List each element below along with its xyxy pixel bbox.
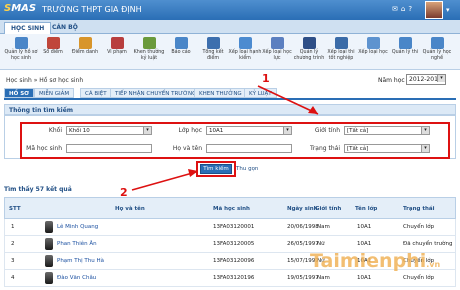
table-cell: 13FA03120196 [213, 275, 255, 281]
table-cell: 19/05/1997 [287, 275, 319, 281]
table-cell: 26/05/1997 [287, 241, 319, 247]
student-photo [45, 238, 53, 250]
student-name-link[interactable]: Lê Minh Quang [57, 224, 98, 230]
table-cell: 2 [11, 241, 15, 247]
table-cell: Nữ [317, 241, 325, 247]
table-cell: 1 [11, 224, 15, 230]
table-cell: Nam [317, 275, 330, 281]
table-cell: 4 [11, 275, 15, 281]
student-name-link[interactable]: Đào Văn Châu [57, 275, 96, 281]
table-cell: Nam [317, 224, 330, 230]
col-header[interactable]: Giới tính [315, 206, 341, 212]
results-table: STT Họ và tên Mã học sinh Ngày sinh Giới… [4, 197, 456, 287]
table-cell: 3 [11, 258, 15, 264]
annotation-number-1: 1 [262, 72, 270, 85]
col-header[interactable]: Mã học sinh [213, 206, 250, 212]
watermark: Taimienphi.vn [310, 250, 441, 272]
table-header: STT Họ và tên Mã học sinh Ngày sinh Giới… [4, 197, 456, 219]
arrow-2-head [188, 169, 198, 177]
arrow-2-line [131, 171, 197, 191]
student-name-link[interactable]: Phan Thiên Ân [57, 241, 97, 247]
table-cell: 10A1 [357, 224, 372, 230]
table-cell: 13FA03120001 [213, 224, 255, 230]
col-header[interactable]: Trạng thái [403, 206, 434, 212]
table-cell: Chuyển lớp [403, 224, 435, 230]
col-header[interactable]: Tên lớp [355, 206, 377, 212]
student-photo [45, 255, 53, 267]
table-cell: 10A1 [357, 275, 372, 281]
col-header[interactable]: Họ và tên [115, 206, 145, 212]
table-cell: 13FA03120005 [213, 241, 255, 247]
table-cell: Đã chuyển trường [403, 241, 453, 247]
table-cell: 10A1 [357, 241, 372, 247]
student-photo [45, 221, 53, 233]
table-row[interactable]: 1 Lê Minh Quang 13FA03120001 20/06/1998 Nam 1… [4, 219, 456, 236]
col-header: STT [9, 206, 21, 212]
student-photo [45, 272, 53, 284]
student-name-link[interactable]: Phạm Thị Thu Hà [57, 258, 104, 264]
arrow-1-line [257, 85, 319, 115]
table-cell: Chuyển lớp [403, 275, 435, 281]
table-row[interactable]: 4 Đào Văn Châu 13FA03120196 19/05/1997 Nam 10… [4, 270, 456, 287]
table-cell: 13FA03120096 [213, 258, 255, 264]
col-header[interactable]: Ngày sinh [287, 206, 318, 212]
table-cell: 20/06/1998 [287, 224, 319, 230]
result-count: Tìm thấy 57 kết quả [4, 186, 72, 193]
